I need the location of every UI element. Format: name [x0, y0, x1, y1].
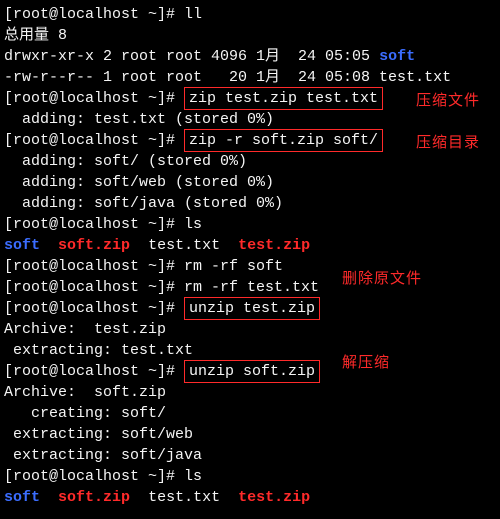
out-add-softweb: adding: soft/web (stored 0%): [4, 172, 496, 193]
hl-unzip-test: unzip test.zip: [184, 297, 320, 320]
cmd-rm-soft: [root@localhost ~]# rm -rf soft: [4, 256, 496, 277]
prompt-line: [root@localhost ~]# ll: [4, 4, 496, 25]
out-add-softdir: adding: soft/ (stored 0%): [4, 151, 496, 172]
cmd-ls1: [root@localhost ~]# ls: [4, 214, 496, 235]
cmd-unzip-soft: [root@localhost ~]# unzip soft.zip: [4, 361, 496, 382]
cmd-ls2: [root@localhost ~]# ls: [4, 466, 496, 487]
out-extract-java: extracting: soft/java: [4, 445, 496, 466]
out-extract-web: extracting: soft/web: [4, 424, 496, 445]
hl-zip-dir: zip -r soft.zip soft/: [184, 129, 383, 152]
cmd-rm-test: [root@localhost ~]# rm -rf test.txt: [4, 277, 496, 298]
out-create-soft: creating: soft/: [4, 403, 496, 424]
out-add-test: adding: test.txt (stored 0%): [4, 109, 496, 130]
dir-soft: soft: [379, 48, 415, 65]
ls-dir-line: drwxr-xr-x 2 root root 4096 1月 24 05:05 …: [4, 46, 496, 67]
out-extract-test: extracting: test.txt: [4, 340, 496, 361]
ls-output-1: soft soft.zip test.txt test.zip: [4, 235, 496, 256]
cmd-unzip-test: [root@localhost ~]# unzip test.zip: [4, 298, 496, 319]
note-zip-file: 压缩文件: [416, 90, 480, 111]
hl-zip-file: zip test.zip test.txt: [184, 87, 383, 110]
out-archive-test: Archive: test.zip: [4, 319, 496, 340]
note-del-orig: 删除原文件: [342, 268, 422, 289]
ls-output-2: soft soft.zip test.txt test.zip: [4, 487, 496, 508]
ls-file-line: -rw-r--r-- 1 root root 20 1月 24 05:08 te…: [4, 67, 496, 88]
out-add-softjava: adding: soft/java (stored 0%): [4, 193, 496, 214]
out-archive-soft: Archive: soft.zip: [4, 382, 496, 403]
hl-unzip-soft: unzip soft.zip: [184, 360, 320, 383]
note-zip-dir: 压缩目录: [416, 132, 480, 153]
note-unzip: 解压缩: [342, 352, 390, 373]
output-total: 总用量 8: [4, 25, 496, 46]
